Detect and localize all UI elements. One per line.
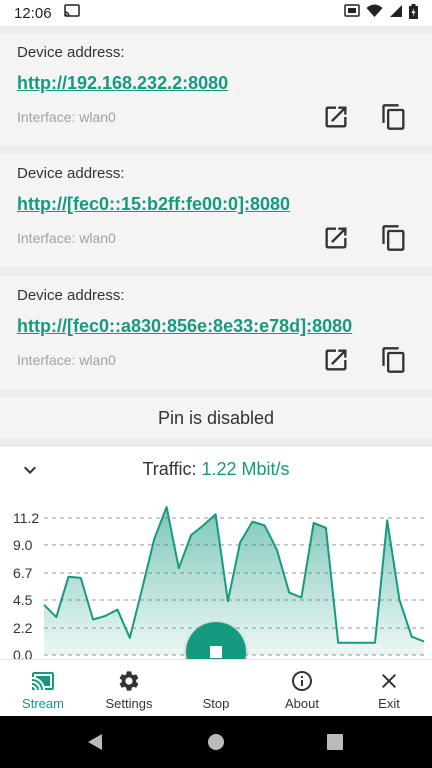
y-tick-label: 9.0 (13, 537, 33, 553)
gear-icon (117, 669, 141, 693)
copy-icon[interactable] (380, 103, 408, 131)
interface-label: Interface: wlan0 (17, 230, 116, 246)
nav-stop[interactable]: Stop (173, 660, 259, 717)
nav-stream-label: Stream (22, 696, 64, 711)
nav-exit-label: Exit (378, 696, 400, 711)
nav-settings-label: Settings (105, 696, 153, 711)
bottom-navigation: Stream Settings Stop About Exit (0, 659, 432, 716)
traffic-label: Traffic: (142, 459, 202, 479)
open-in-browser-icon[interactable] (322, 224, 350, 252)
traffic-title: Traffic: 1.22 Mbit/s (0, 459, 432, 480)
nav-settings[interactable]: Settings (86, 660, 172, 717)
open-in-browser-icon[interactable] (322, 103, 350, 131)
status-icons (344, 3, 418, 23)
close-icon (377, 669, 401, 693)
device-address-label: Device address: (17, 165, 125, 182)
traffic-header: Traffic: 1.22 Mbit/s (0, 447, 432, 491)
interface-label: Interface: wlan0 (17, 109, 116, 125)
copy-icon[interactable] (380, 224, 408, 252)
y-tick-label: 4.5 (13, 592, 33, 608)
signal-icon (389, 4, 403, 22)
traffic-value: 1.22 Mbit/s (201, 459, 290, 479)
device-card: Device address: http://[fec0::15:b2ff:fe… (0, 154, 432, 267)
y-tick-label: 0.0 (13, 647, 33, 659)
wifi-icon (366, 4, 383, 22)
system-navigation-bar (0, 716, 432, 768)
status-bar: 12:06 (0, 0, 432, 26)
device-address-label: Device address: (17, 44, 125, 61)
status-time: 12:06 (14, 4, 52, 22)
home-icon[interactable] (208, 734, 224, 750)
device-address-label: Device address: (17, 287, 125, 304)
device-url-link[interactable]: http://[fec0::15:b2ff:fe00:0]:8080 (17, 194, 290, 215)
y-tick-label: 2.2 (13, 620, 33, 636)
device-card: Device address: http://[fec0::a830:856e:… (0, 276, 432, 389)
device-card: Device address: http://192.168.232.2:808… (0, 33, 432, 146)
battery-icon (409, 3, 418, 23)
nav-about-label: About (285, 696, 319, 711)
stop-icon (210, 646, 222, 658)
cast-status-icon (63, 4, 80, 22)
copy-icon[interactable] (380, 346, 408, 374)
device-url-link[interactable]: http://192.168.232.2:8080 (17, 73, 228, 94)
y-tick-label: 6.7 (13, 565, 33, 581)
interface-label: Interface: wlan0 (17, 352, 116, 368)
open-in-browser-icon[interactable] (322, 346, 350, 374)
nav-about[interactable]: About (259, 660, 345, 717)
cast-icon (31, 669, 55, 693)
nav-exit[interactable]: Exit (346, 660, 432, 717)
cast-connected-icon (344, 4, 360, 22)
y-tick-label: 11.2 (13, 510, 39, 526)
device-url-link[interactable]: http://[fec0::a830:856e:8e33:e78d]:8080 (17, 316, 352, 337)
back-icon[interactable] (88, 734, 102, 750)
nav-stream[interactable]: Stream (0, 660, 86, 717)
info-icon (290, 669, 314, 693)
recents-icon[interactable] (327, 734, 343, 750)
pin-status: Pin is disabled (0, 397, 432, 439)
nav-stop-label: Stop (202, 696, 230, 711)
